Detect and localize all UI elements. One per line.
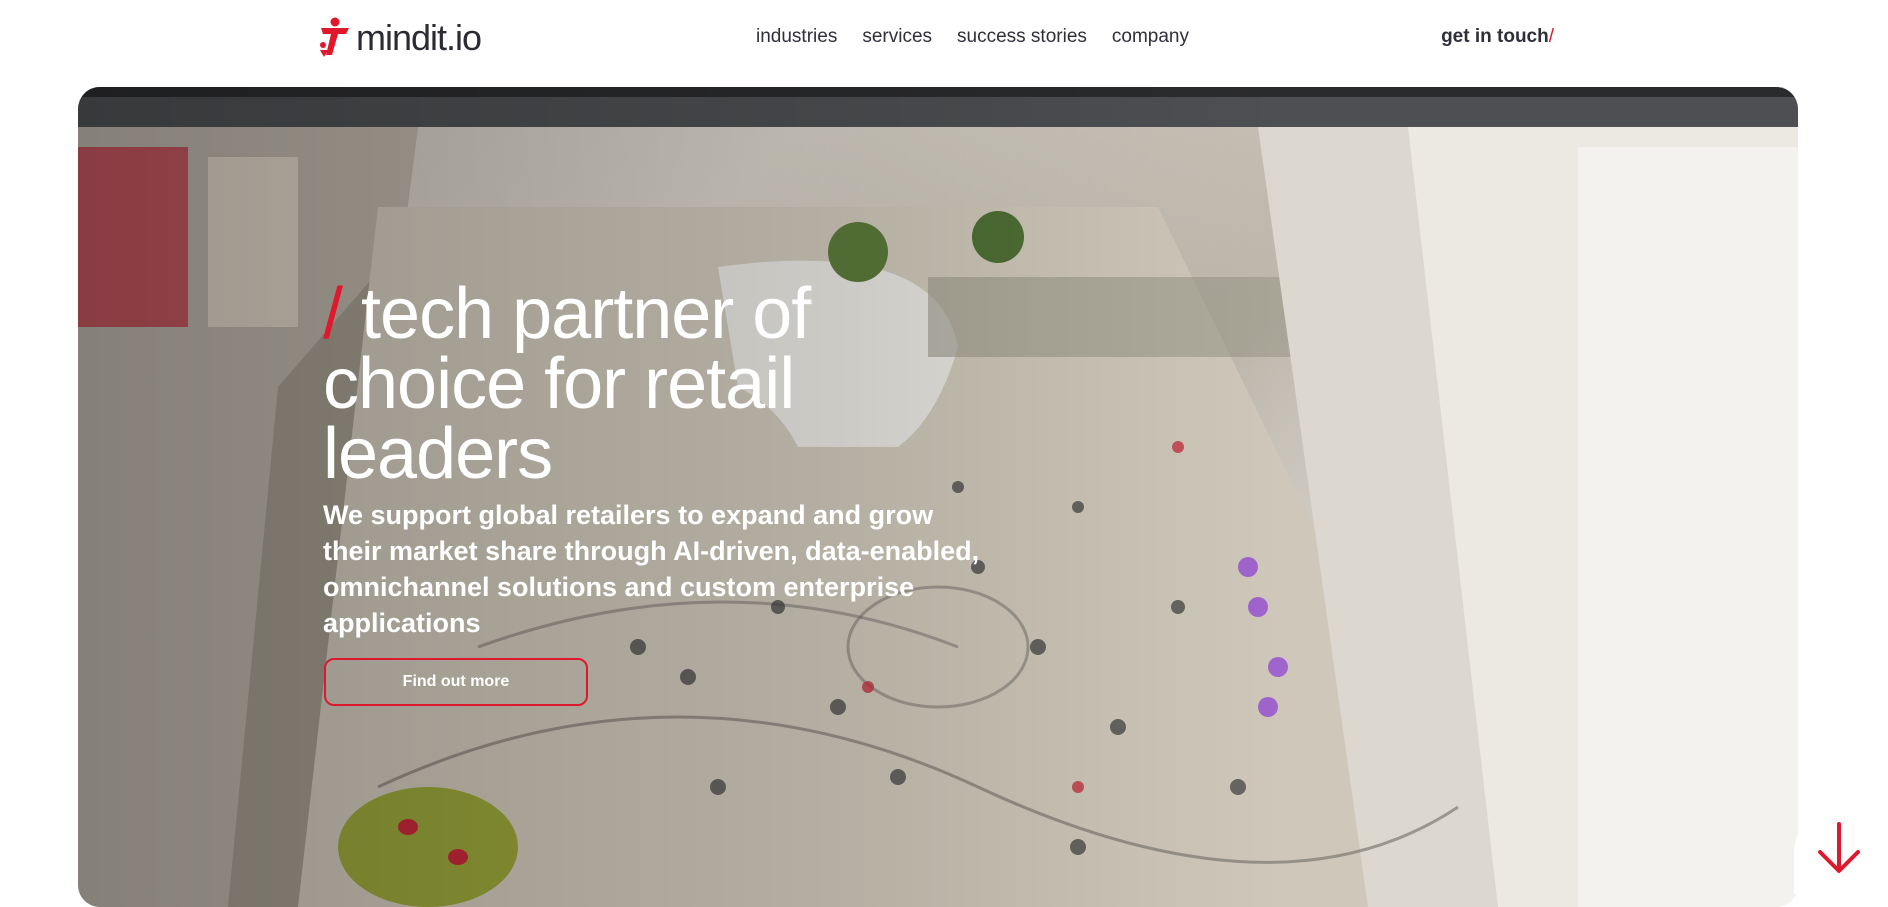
get-in-touch-slash: / — [1548, 26, 1554, 47]
logo[interactable]: mindit.io — [318, 16, 482, 60]
nav-item-services[interactable]: services — [862, 24, 932, 50]
hero-banner: / tech partner of choice for retail lead… — [78, 87, 1798, 907]
find-out-more-button[interactable]: Find out more — [324, 658, 588, 706]
hero-title-slash: / — [323, 274, 343, 354]
hero-title: / tech partner of choice for retail lead… — [323, 278, 943, 490]
logo-wordmark: mindit.io — [356, 17, 482, 58]
mindit-logo-icon — [320, 17, 349, 57]
hero-subtitle: We support global retailers to expand an… — [323, 500, 980, 638]
get-in-touch-link[interactable]: get in touch/ — [1441, 24, 1554, 50]
arrow-down-icon — [1818, 822, 1860, 873]
nav-item-industries[interactable]: industries — [756, 24, 837, 50]
nav-item-company[interactable]: company — [1112, 24, 1189, 50]
scroll-down-button[interactable] — [1794, 808, 1884, 894]
site-header: mindit.io industries services success st… — [0, 0, 1888, 86]
main-nav: industries services success stories comp… — [756, 24, 1189, 50]
get-in-touch-label: get in touch — [1441, 26, 1549, 47]
nav-item-success-stories[interactable]: success stories — [957, 24, 1087, 50]
hero-title-text: tech partner of choice for retail leader… — [323, 274, 811, 494]
